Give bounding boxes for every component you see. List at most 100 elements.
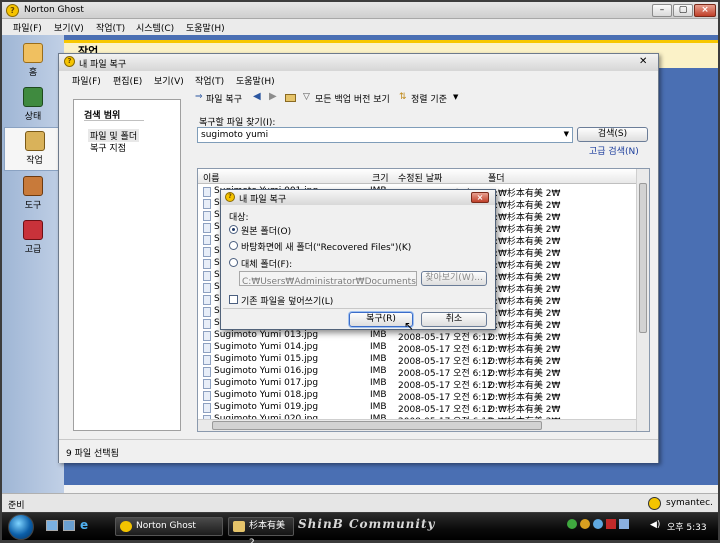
- jpg-file-icon: [203, 199, 211, 209]
- toolbar-recover-button[interactable]: 파일 복구: [206, 92, 242, 105]
- start-orb-button[interactable]: [8, 514, 34, 540]
- col-folder[interactable]: 폴더: [488, 171, 505, 184]
- vertical-scrollbar[interactable]: [636, 169, 649, 431]
- switch-windows-icon[interactable]: [63, 520, 75, 531]
- row-name: Sugimoto Yumi 016.jpg: [214, 366, 319, 376]
- symantec-brand: symantec.: [666, 498, 713, 508]
- nav-status-label: 상태: [24, 112, 42, 122]
- row-name: Sugimoto Yumi 013.jpg: [214, 330, 319, 340]
- col-size[interactable]: 크기: [372, 171, 389, 184]
- menu-system[interactable]: 시스템(C): [136, 21, 174, 34]
- radio-alternate-label[interactable]: 대체 폴더(F):: [241, 257, 292, 270]
- menu-file[interactable]: 파일(F): [13, 21, 42, 34]
- search-dropdown-icon[interactable]: ▼: [564, 130, 569, 138]
- table-row[interactable]: Sugimoto Yumi 013.jpg IMB 2008-05-17 오전 6:…: [198, 330, 638, 343]
- col-date[interactable]: 수정된 날짜: [398, 171, 442, 184]
- community-banner: ShinB Community: [298, 517, 436, 531]
- horizontal-scroll-thumb[interactable]: [212, 421, 542, 430]
- vertical-scroll-thumb[interactable]: [639, 183, 647, 333]
- window-menu-help[interactable]: 도움말(H): [236, 74, 275, 87]
- jpg-file-icon: [203, 187, 211, 197]
- dialog-logo-icon: ?: [225, 192, 235, 202]
- recover-cancel-button[interactable]: 취소: [421, 312, 487, 327]
- app-title: Norton Ghost: [24, 5, 84, 15]
- overwrite-label[interactable]: 기존 파일을 덮어쓰기(L): [241, 294, 333, 307]
- maximize-button[interactable]: ▢: [673, 4, 693, 17]
- toolbar-sort-button[interactable]: 정렬 기준: [411, 92, 447, 105]
- row-name: Sugimoto Yumi 014.jpg: [214, 342, 319, 352]
- tray-alert-icon[interactable]: [606, 519, 616, 529]
- radio-original-folder[interactable]: [229, 225, 238, 234]
- alternate-path-input[interactable]: C:₩Users₩Administrator₩Documents₩복구: [239, 271, 417, 286]
- norton-logo-icon: ?: [6, 4, 19, 17]
- radio-desktop-label[interactable]: 바탕화면에 새 폴더("Recovered Files")(K): [241, 240, 411, 253]
- nav-tools[interactable]: 도구: [2, 173, 64, 217]
- row-name: Sugimoto Yumi 017.jpg: [214, 378, 319, 388]
- minimize-button[interactable]: –: [652, 4, 672, 17]
- table-row[interactable]: Sugimoto Yumi 019.jpg IMB 2008-05-17 오전 6:…: [198, 402, 638, 415]
- table-row[interactable]: Sugimoto Yumi 014.jpg IMB 2008-05-17 오전 6:…: [198, 342, 638, 355]
- window-menu-task[interactable]: 작업(T): [195, 74, 224, 87]
- taskbar-ghost-icon: [120, 521, 132, 532]
- tray-volume-icon[interactable]: ◀): [650, 520, 660, 530]
- jpg-file-icon: [203, 247, 211, 257]
- jpg-file-icon: [203, 259, 211, 269]
- browse-button[interactable]: 찾아보기(W)...: [421, 271, 487, 286]
- taskbar-norton-ghost[interactable]: Norton Ghost: [115, 517, 223, 536]
- scope-recovery-points[interactable]: 복구 지점: [90, 141, 126, 154]
- nav-status[interactable]: 상태: [2, 84, 64, 128]
- search-input[interactable]: sugimoto yumi ▼: [197, 127, 573, 143]
- table-row[interactable]: Sugimoto Yumi 016.jpg IMB 2008-05-17 오전 6:…: [198, 366, 638, 379]
- taskbar-folder[interactable]: 杉本有美 2: [228, 517, 294, 543]
- col-name[interactable]: 이름: [203, 171, 220, 184]
- radio-alternate-folder[interactable]: [229, 258, 238, 267]
- search-button[interactable]: 검색(S): [577, 127, 648, 142]
- dialog-divider: [223, 308, 493, 309]
- tray-shield-icon[interactable]: [580, 519, 590, 529]
- row-size: IMB: [370, 354, 387, 364]
- ie-icon[interactable]: e: [80, 518, 88, 532]
- window-menu-file[interactable]: 파일(F): [72, 74, 101, 87]
- overwrite-checkbox[interactable]: [229, 295, 238, 304]
- main-status-bar: 준비 symantec.: [2, 493, 718, 512]
- table-row[interactable]: Sugimoto Yumi 017.jpg IMB 2008-05-17 오전 6:…: [198, 378, 638, 391]
- dialog-close-button[interactable]: ×: [471, 192, 489, 203]
- window-menu-view[interactable]: 보기(V): [154, 74, 184, 87]
- menu-task[interactable]: 작업(T): [96, 21, 125, 34]
- left-nav: 홈 상태 작업 도구 고급: [2, 35, 64, 493]
- tray-network-icon[interactable]: [567, 519, 577, 529]
- search-input-value: sugimoto yumi: [201, 130, 269, 140]
- sort-dropdown-icon[interactable]: ▼: [453, 93, 458, 101]
- window-close-icon[interactable]: ✕: [639, 56, 647, 67]
- window-toolbar: ⇒ 파일 복구 ◀ ▶ ▽ 모든 백업 버전 보기 ⇅ 정렬 기준 ▼: [193, 89, 653, 107]
- radio-original-label[interactable]: 원본 폴더(O): [241, 224, 291, 237]
- table-row[interactable]: Sugimoto Yumi 018.jpg IMB 2008-05-17 오전 6:…: [198, 390, 638, 403]
- radio-desktop-folder[interactable]: [229, 241, 238, 250]
- close-button[interactable]: ×: [694, 4, 716, 17]
- tray-monitor-icon[interactable]: [619, 519, 629, 529]
- window-menu-edit[interactable]: 편집(E): [113, 74, 142, 87]
- forward-icon[interactable]: ▶: [269, 91, 277, 102]
- jpg-file-icon: [203, 295, 211, 305]
- menu-view[interactable]: 보기(V): [54, 21, 84, 34]
- jpg-file-icon: [203, 367, 211, 377]
- target-label: 대상:: [229, 213, 249, 223]
- show-desktop-icon[interactable]: [46, 520, 58, 531]
- jpg-file-icon: [203, 355, 211, 365]
- folder-icon[interactable]: [285, 94, 296, 102]
- back-icon[interactable]: ◀: [253, 91, 261, 102]
- toolbar-all-versions-button[interactable]: 모든 백업 버전 보기: [315, 92, 390, 105]
- nav-advanced[interactable]: 고급: [2, 217, 64, 261]
- jpg-file-icon: [203, 307, 211, 317]
- nav-home[interactable]: 홈: [2, 40, 64, 84]
- nav-tasks[interactable]: 작업: [4, 127, 64, 171]
- tray-globe-icon[interactable]: [593, 519, 603, 529]
- search-scope-panel: 검색 범위 파일 및 폴더 복구 지점: [73, 99, 181, 431]
- horizontal-scrollbar[interactable]: [198, 419, 636, 431]
- advanced-search-link[interactable]: 고급 검색(N): [589, 144, 639, 157]
- status-icon: [23, 87, 43, 107]
- menu-help[interactable]: 도움말(H): [186, 21, 225, 34]
- taskbar-norton-ghost-label: Norton Ghost: [136, 521, 196, 531]
- table-row[interactable]: Sugimoto Yumi 015.jpg IMB 2008-05-17 오전 6:…: [198, 354, 638, 367]
- scope-divider: [84, 120, 144, 121]
